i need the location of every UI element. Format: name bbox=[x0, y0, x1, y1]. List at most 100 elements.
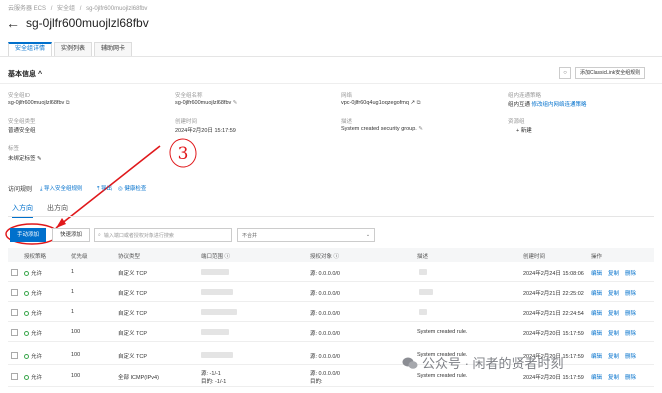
tab-details[interactable]: 安全组详情 bbox=[8, 42, 53, 56]
col-port: 端口范围 ⓘ bbox=[201, 254, 231, 260]
rule-search-input[interactable]: ⌕ 输入端口或者授权对象进行搜索 bbox=[94, 228, 233, 242]
rules-toolbar: 手动添加 快速添加 ⌕ 输入端口或者授权对象进行搜索 不合并 ⌄ bbox=[10, 228, 376, 242]
edit-link[interactable]: 编辑 bbox=[591, 331, 602, 337]
row-object-dest: 目的: bbox=[310, 379, 323, 385]
import-rules-link[interactable]: ⤓ 导入安全组规则 bbox=[40, 184, 82, 193]
vpc-link[interactable]: vpc-0jlfr60q4ug1oqzegofmq ↗ ⧉ bbox=[341, 100, 421, 107]
breadcrumb-security-group[interactable]: 安全组 bbox=[57, 6, 75, 12]
copy-link[interactable]: 复制 bbox=[608, 331, 619, 337]
intra-policy-value: 组内互通 修改组内网络连通策略 bbox=[508, 102, 587, 108]
row-checkbox[interactable] bbox=[11, 373, 18, 380]
new-resource-group-link[interactable]: + 新建 bbox=[516, 126, 532, 134]
delete-link[interactable]: 删除 bbox=[625, 291, 636, 297]
delete-link[interactable]: 删除 bbox=[625, 271, 636, 277]
chevron-up-icon: ^ bbox=[37, 71, 43, 78]
tab-secondary-eni[interactable]: 辅助网卡 bbox=[94, 42, 133, 56]
row-protocol: 自定义 TCP bbox=[118, 331, 148, 337]
page-header: ← sg-0jlfr600muojlzl68fbv bbox=[6, 16, 149, 30]
row-description: System created rule. bbox=[417, 373, 468, 379]
row-object: 源: 0.0.0.0/0 bbox=[310, 354, 340, 360]
delete-link[interactable]: 删除 bbox=[625, 311, 636, 317]
copy-icon[interactable]: ⧉ bbox=[66, 100, 70, 106]
created-value: 2024年2月20日 15:17:59 bbox=[175, 128, 236, 134]
add-classiclink-rule-button[interactable]: 添加ClassicLink安全组规则 bbox=[575, 67, 646, 79]
export-link[interactable]: ⤒ 导出 bbox=[97, 184, 112, 193]
health-check-link[interactable]: ◎ 健康检查 bbox=[118, 184, 146, 192]
row-actions: 编辑 复制 删除 bbox=[591, 269, 642, 277]
row-object: 源: 0.0.0.0/0 bbox=[310, 291, 340, 297]
edit-link[interactable]: 编辑 bbox=[591, 311, 602, 317]
row-policy: 允许 bbox=[24, 289, 42, 297]
row-policy: 允许 bbox=[24, 352, 42, 360]
row-actions: 编辑 复制 删除 bbox=[591, 329, 642, 337]
basic-info-title[interactable]: 基本信息 ^ bbox=[8, 69, 42, 79]
copy-link[interactable]: 复制 bbox=[608, 354, 619, 360]
edit-link[interactable]: 编辑 bbox=[591, 291, 602, 297]
quick-add-button[interactable]: 快速添加 bbox=[52, 228, 91, 242]
manual-add-button[interactable]: 手动添加 bbox=[10, 228, 47, 242]
row-protocol: 自定义 TCP bbox=[118, 291, 148, 297]
help-icon[interactable]: ⓘ bbox=[225, 254, 231, 260]
direction-tabs-divider bbox=[8, 216, 654, 217]
row-object: 源: 0.0.0.0/0 bbox=[310, 331, 340, 337]
delete-link[interactable]: 删除 bbox=[625, 375, 636, 381]
check-circle-icon bbox=[24, 291, 29, 296]
row-protocol: 自定义 TCP bbox=[118, 271, 148, 277]
row-object: 源: 0.0.0.0/0 bbox=[310, 311, 340, 317]
row-description-redacted bbox=[419, 289, 433, 295]
resource-group-label: 资源组 bbox=[508, 119, 525, 125]
copy-link[interactable]: 复制 bbox=[608, 375, 619, 381]
row-object: 源: 0.0.0.0/0 bbox=[310, 271, 340, 277]
col-description: 描述 bbox=[417, 254, 429, 260]
row-port-redacted bbox=[201, 289, 233, 295]
row-checkbox[interactable] bbox=[11, 309, 18, 316]
refresh-button[interactable]: ○ bbox=[559, 67, 571, 79]
edit-link[interactable]: 编辑 bbox=[591, 375, 602, 381]
row-created: 2024年2月20日 15:17:59 bbox=[523, 375, 584, 381]
copy-link[interactable]: 复制 bbox=[608, 291, 619, 297]
table-row: 允许 100 自定义 TCP 源: 0.0.0.0/0 System created r… bbox=[8, 322, 654, 342]
row-checkbox[interactable] bbox=[11, 352, 18, 359]
page-title: sg-0jlfr600muojlzl68fbv bbox=[26, 16, 149, 30]
detail-tabs: 安全组详情 实例列表 辅助网卡 bbox=[8, 42, 134, 56]
row-policy: 允许 bbox=[24, 329, 42, 337]
table-row: 允许 1 自定义 TCP 源: 0.0.0.0/0 2024年2月21日 22:25:0… bbox=[8, 282, 654, 302]
col-actions: 操作 bbox=[591, 254, 603, 260]
row-protocol: 全部 ICMP(IPv4) bbox=[118, 375, 159, 381]
sg-id-label: 安全组ID bbox=[8, 93, 31, 99]
row-priority: 100 bbox=[71, 352, 81, 358]
breadcrumb-ecs[interactable]: 云服务器 ECS bbox=[8, 6, 46, 12]
row-actions: 编辑 复制 删除 bbox=[591, 309, 642, 317]
row-priority: 1 bbox=[71, 269, 75, 275]
help-icon[interactable]: ⓘ bbox=[334, 254, 340, 260]
check-circle-icon bbox=[24, 271, 29, 276]
row-checkbox[interactable] bbox=[11, 289, 18, 296]
edit-icon[interactable]: ✎ bbox=[233, 100, 238, 106]
delete-link[interactable]: 删除 bbox=[625, 331, 636, 337]
breadcrumb: 云服务器 ECS / 安全组 / sg-0jlfr600muojlzl68fbv bbox=[8, 3, 150, 12]
row-description: System created rule. bbox=[417, 329, 468, 335]
merge-select[interactable]: 不合并 ⌄ bbox=[237, 228, 376, 242]
tab-instances[interactable]: 实例列表 bbox=[54, 42, 93, 56]
back-arrow-icon[interactable]: ← bbox=[6, 16, 20, 30]
health-icon: ◎ bbox=[118, 186, 123, 192]
copy-link[interactable]: 复制 bbox=[608, 271, 619, 277]
breadcrumb-sep: / bbox=[50, 6, 53, 12]
delete-link[interactable]: 删除 bbox=[625, 354, 636, 360]
edit-icon[interactable]: ✎ bbox=[418, 126, 423, 132]
row-checkbox[interactable] bbox=[11, 329, 18, 336]
export-icon: ⤒ bbox=[97, 186, 100, 192]
edit-link[interactable]: 编辑 bbox=[591, 354, 602, 360]
col-priority: 优先级 bbox=[71, 254, 88, 260]
check-circle-icon bbox=[24, 331, 29, 336]
intra-policy-label: 组内连通策略 bbox=[508, 93, 542, 99]
edit-link[interactable]: 编辑 bbox=[591, 271, 602, 277]
modify-policy-link[interactable]: 修改组内网络连通策略 bbox=[532, 102, 587, 108]
row-checkbox[interactable] bbox=[11, 269, 18, 276]
copy-link[interactable]: 复制 bbox=[608, 311, 619, 317]
row-port-dest: 目的: -1/-1 bbox=[201, 379, 227, 385]
description-value: System created security group. ✎ bbox=[341, 126, 423, 132]
copy-icon[interactable]: ⧉ bbox=[417, 100, 421, 106]
edit-icon[interactable]: ✎ bbox=[37, 156, 42, 162]
tags-label: 标签 bbox=[8, 146, 20, 152]
